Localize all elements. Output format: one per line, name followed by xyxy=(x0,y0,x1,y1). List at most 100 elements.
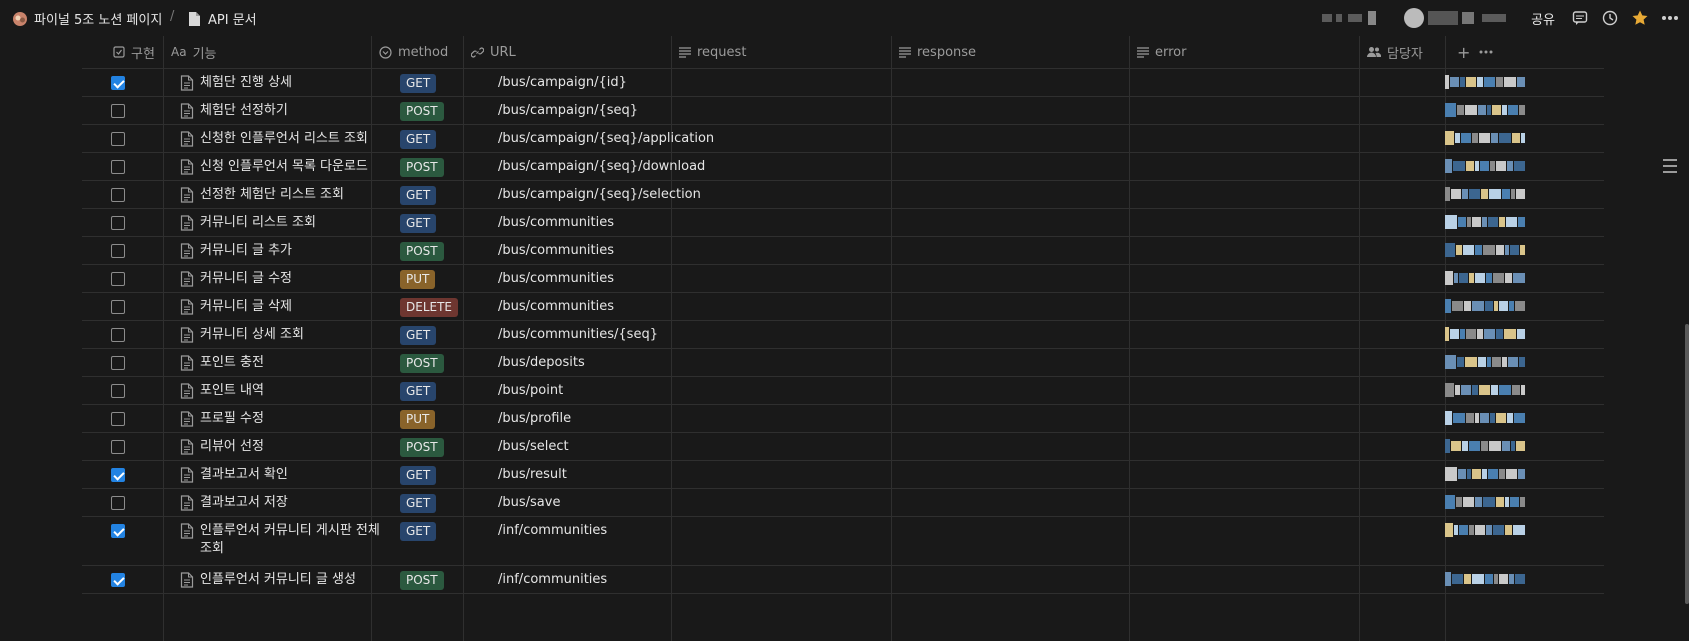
assignee-avatars[interactable] xyxy=(1445,157,1527,175)
checked-checkbox[interactable] xyxy=(111,573,125,587)
assignee-avatars[interactable] xyxy=(1445,241,1527,259)
unchecked-checkbox[interactable] xyxy=(111,440,125,454)
url-cell[interactable]: /inf/communities xyxy=(498,572,607,587)
table-row[interactable]: 결과보고서 확인 GET/bus/result xyxy=(82,461,1604,489)
method-badge[interactable]: PUT xyxy=(400,270,436,289)
url-cell[interactable]: /bus/profile xyxy=(498,411,571,426)
assignee-avatars[interactable] xyxy=(1445,521,1527,539)
assignee-avatars[interactable] xyxy=(1445,437,1527,455)
row-title[interactable]: 커뮤니티 상세 조회 xyxy=(180,326,380,344)
method-badge[interactable]: POST xyxy=(400,242,444,261)
url-cell[interactable]: /bus/communities xyxy=(498,299,614,314)
unchecked-checkbox[interactable] xyxy=(111,132,125,146)
row-title[interactable]: 커뮤니티 글 수정 xyxy=(180,270,380,288)
table-row[interactable]: 커뮤니티 상세 조회 GET/bus/communities/{seq} xyxy=(82,321,1604,349)
table-row[interactable]: 체험단 진행 상세 GET/bus/campaign/{id} xyxy=(82,69,1604,97)
row-title[interactable]: 인플루언서 커뮤니티 게시판 전체 조회 xyxy=(180,522,380,558)
assignee-avatars[interactable] xyxy=(1445,325,1527,343)
url-cell[interactable]: /bus/communities xyxy=(498,243,614,258)
url-cell[interactable]: /bus/campaign/{seq}/application xyxy=(498,131,714,146)
row-title[interactable]: 커뮤니티 글 추가 xyxy=(180,242,380,260)
table-row[interactable]: 신청 인플루언서 목록 다운로드 POST/bus/campaign/{seq}/… xyxy=(82,153,1604,181)
table-row[interactable]: 커뮤니티 글 삭제 DELETE/bus/communities xyxy=(82,293,1604,321)
table-row[interactable]: 신청한 인플루언서 리스트 조회 GET/bus/campaign/{seq}/a… xyxy=(82,125,1604,153)
assignee-avatars[interactable] xyxy=(1445,570,1527,588)
column-header-assignee[interactable]: 담당자 xyxy=(1367,36,1423,68)
table-row[interactable]: 포인트 충전 POST/bus/deposits xyxy=(82,349,1604,377)
column-header-error[interactable]: error xyxy=(1137,36,1186,68)
table-row[interactable]: 인플루언서 커뮤니티 게시판 전체 조회 GET/inf/communities xyxy=(82,517,1604,566)
url-cell[interactable]: /bus/communities xyxy=(498,215,614,230)
method-badge[interactable]: POST xyxy=(400,571,444,590)
column-header-method[interactable]: method xyxy=(379,36,448,68)
assignee-avatars[interactable] xyxy=(1445,409,1527,427)
row-title[interactable]: 체험단 선정하기 xyxy=(180,102,380,120)
method-badge[interactable]: POST xyxy=(400,158,444,177)
method-badge[interactable]: GET xyxy=(400,494,437,513)
table-row[interactable]: 커뮤니티 글 수정 PUT/bus/communities xyxy=(82,265,1604,293)
table-row[interactable]: 결과보고서 저장 GET/bus/save xyxy=(82,489,1604,517)
unchecked-checkbox[interactable] xyxy=(111,216,125,230)
column-header-response[interactable]: response xyxy=(899,36,976,68)
method-badge[interactable]: PUT xyxy=(400,410,436,429)
breadcrumb-page[interactable]: API 문서 xyxy=(186,9,257,28)
url-cell[interactable]: /bus/communities xyxy=(498,271,614,286)
row-title[interactable]: 결과보고서 확인 xyxy=(180,466,380,484)
comments-icon[interactable] xyxy=(1569,7,1591,29)
method-badge[interactable]: DELETE xyxy=(400,298,459,317)
assignee-avatars[interactable] xyxy=(1445,269,1527,287)
unchecked-checkbox[interactable] xyxy=(111,188,125,202)
assignee-avatars[interactable] xyxy=(1445,73,1527,91)
checked-checkbox[interactable] xyxy=(111,524,125,538)
table-row[interactable]: 선정한 체험단 리스트 조회 GET/bus/campaign/{seq}/sel… xyxy=(82,181,1604,209)
assignee-avatars[interactable] xyxy=(1445,381,1527,399)
unchecked-checkbox[interactable] xyxy=(111,244,125,258)
table-row[interactable]: 포인트 내역 GET/bus/point xyxy=(82,377,1604,405)
row-title[interactable]: 포인트 내역 xyxy=(180,382,380,400)
row-title[interactable]: 체험단 진행 상세 xyxy=(180,74,380,92)
more-options-icon[interactable] xyxy=(1659,7,1681,29)
row-title[interactable]: 결과보고서 저장 xyxy=(180,494,380,512)
collaborators-avatars[interactable] xyxy=(1322,8,1517,28)
method-badge[interactable]: POST xyxy=(400,438,444,457)
row-title[interactable]: 포인트 충전 xyxy=(180,354,380,372)
unchecked-checkbox[interactable] xyxy=(111,328,125,342)
add-column-icon[interactable]: + xyxy=(1457,36,1470,68)
url-cell[interactable]: /inf/communities xyxy=(498,523,607,538)
url-cell[interactable]: /bus/campaign/{seq}/download xyxy=(498,159,705,174)
breadcrumb-workspace[interactable]: 파이널 5조 노션 페이지 xyxy=(12,9,162,28)
column-header-done[interactable]: 구현 xyxy=(113,36,155,68)
method-badge[interactable]: GET xyxy=(400,522,437,541)
column-options-icon[interactable] xyxy=(1479,36,1493,68)
history-icon[interactable] xyxy=(1599,7,1621,29)
assignee-avatars[interactable] xyxy=(1445,213,1527,231)
url-cell[interactable]: /bus/campaign/{id} xyxy=(498,75,627,90)
row-title[interactable]: 프로필 수정 xyxy=(180,410,380,428)
assignee-avatars[interactable] xyxy=(1445,493,1527,511)
method-badge[interactable]: POST xyxy=(400,102,444,121)
unchecked-checkbox[interactable] xyxy=(111,160,125,174)
method-badge[interactable]: GET xyxy=(400,466,437,485)
row-title[interactable]: 신청한 인플루언서 리스트 조회 xyxy=(180,130,380,148)
assignee-avatars[interactable] xyxy=(1445,353,1527,371)
unchecked-checkbox[interactable] xyxy=(111,384,125,398)
url-cell[interactable]: /bus/campaign/{seq}/selection xyxy=(498,187,701,202)
url-cell[interactable]: /bus/save xyxy=(498,495,560,510)
unchecked-checkbox[interactable] xyxy=(111,412,125,426)
assignee-avatars[interactable] xyxy=(1445,465,1527,483)
url-cell[interactable]: /bus/deposits xyxy=(498,355,585,370)
share-button[interactable]: 공유 xyxy=(1531,9,1555,28)
method-badge[interactable]: GET xyxy=(400,382,437,401)
table-row[interactable]: 리뷰어 선정 POST/bus/select xyxy=(82,433,1604,461)
column-header-request[interactable]: request xyxy=(679,36,746,68)
row-title[interactable]: 선정한 체험단 리스트 조회 xyxy=(180,186,380,204)
url-cell[interactable]: /bus/campaign/{seq} xyxy=(498,103,638,118)
assignee-avatars[interactable] xyxy=(1445,297,1527,315)
checked-checkbox[interactable] xyxy=(111,76,125,90)
unchecked-checkbox[interactable] xyxy=(111,272,125,286)
table-row[interactable]: 커뮤니티 리스트 조회 GET/bus/communities xyxy=(82,209,1604,237)
row-title[interactable]: 인플루언서 커뮤니티 글 생성 xyxy=(180,571,380,589)
method-badge[interactable]: GET xyxy=(400,130,437,149)
row-title[interactable]: 커뮤니티 리스트 조회 xyxy=(180,214,380,232)
table-row[interactable]: 인플루언서 커뮤니티 글 생성 POST/inf/communities xyxy=(82,566,1604,594)
